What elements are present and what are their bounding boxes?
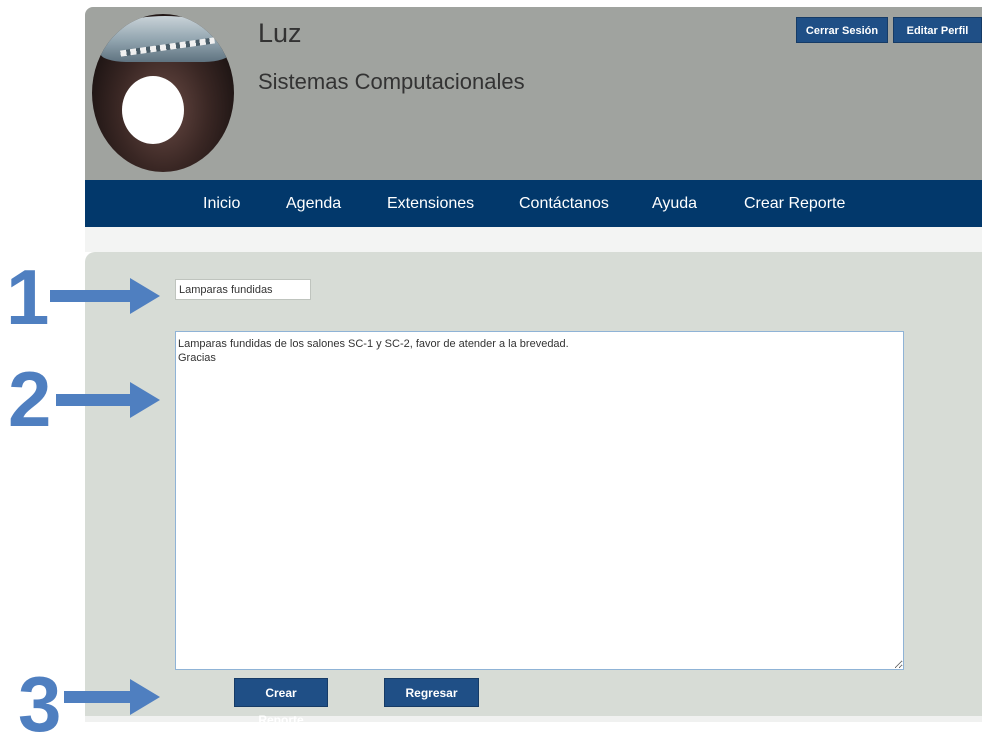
- avatar-face-mask: [122, 76, 184, 144]
- report-title-input[interactable]: [175, 279, 311, 300]
- nav-spacer: [85, 227, 982, 252]
- user-name: Luz: [258, 18, 302, 48]
- annotation-number-1: 1: [6, 253, 50, 341]
- nav-item-inicio[interactable]: Inicio: [203, 180, 240, 227]
- annotation-arrow-1-icon: [50, 278, 160, 314]
- report-description-textarea[interactable]: Lamparas fundidas de los salones SC-1 y …: [175, 331, 904, 670]
- main-nav: Inicio Agenda Extensiones Contáctanos Ay…: [85, 180, 982, 227]
- report-page: Luz Sistemas Computacionales Cerrar Sesi…: [0, 0, 982, 740]
- footer-strip: [85, 716, 982, 722]
- nav-item-crear-reporte[interactable]: Crear Reporte: [744, 180, 845, 227]
- annotation-arrow-3-icon: [64, 679, 160, 715]
- create-report-button[interactable]: Crear Reporte: [234, 678, 328, 727]
- nav-item-extensiones[interactable]: Extensiones: [387, 180, 474, 227]
- nav-item-contactanos[interactable]: Contáctanos: [519, 180, 609, 227]
- edit-profile-button[interactable]: Editar Perfil: [893, 17, 982, 43]
- nav-item-ayuda[interactable]: Ayuda: [652, 180, 697, 227]
- back-button[interactable]: Regresar: [384, 678, 479, 707]
- logout-button[interactable]: Cerrar Sesión: [796, 17, 888, 43]
- annotation-number-3: 3: [18, 660, 62, 740]
- user-career: Sistemas Computacionales: [258, 69, 525, 94]
- avatar: [92, 14, 234, 172]
- annotation-arrow-2-icon: [56, 382, 160, 418]
- annotation-number-2: 2: [8, 355, 52, 443]
- nav-item-agenda[interactable]: Agenda: [286, 180, 341, 227]
